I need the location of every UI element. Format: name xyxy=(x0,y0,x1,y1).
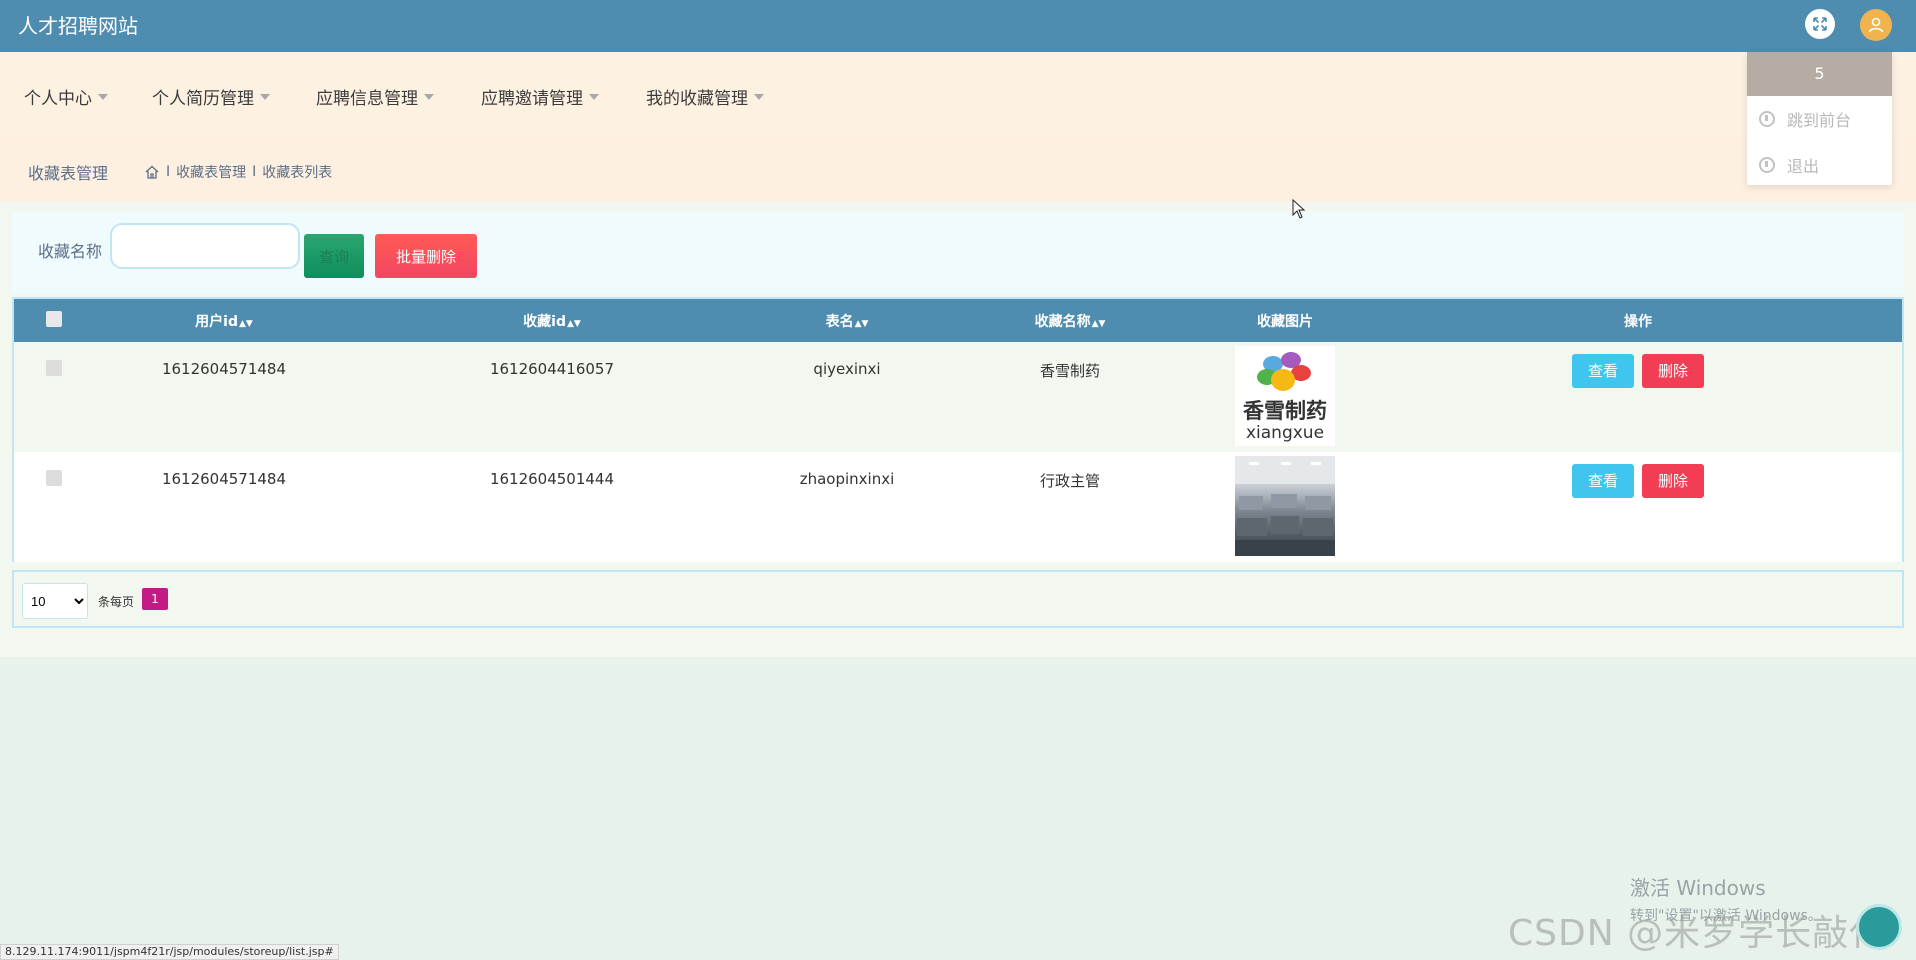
column-header[interactable]: 用户id▲▼ xyxy=(94,299,354,342)
logo-subtext: xiangxue xyxy=(1246,423,1324,443)
column-header[interactable]: 收藏名称▲▼ xyxy=(944,299,1196,342)
breadcrumb-separator: I xyxy=(166,164,171,180)
table-row: 1612604571484 1612604501444 zhaopinxinxi… xyxy=(14,452,1902,562)
view-button[interactable]: 查看 xyxy=(1572,354,1634,388)
cell-name: 香雪制药 xyxy=(1039,362,1100,380)
breadcrumb-separator: I xyxy=(252,164,257,180)
row-checkbox[interactable] xyxy=(46,360,62,376)
cell-table-name: zhaopinxinxi xyxy=(799,470,895,488)
csdn-watermark: CSDN @米罗学长敲代码 xyxy=(1508,913,1885,954)
cell-user-id: 1612604571484 xyxy=(161,470,287,488)
activation-title: 激活 Windows xyxy=(1630,876,1766,900)
user-icon xyxy=(1868,17,1884,33)
row-select-cell xyxy=(14,342,94,452)
select-all-checkbox[interactable] xyxy=(46,310,62,327)
nav-item-label: 应聘邀请管理 xyxy=(481,89,583,109)
cell-ref-id: 1612604416057 xyxy=(489,360,615,378)
search-label: 收藏名称 xyxy=(38,242,103,261)
top-bar: 人才招聘网站 xyxy=(0,0,1916,52)
view-button[interactable]: 查看 xyxy=(1572,464,1634,498)
app-title: 人才招聘网站 xyxy=(18,14,138,38)
power-icon xyxy=(1759,157,1775,173)
nav-item-label: 个人简历管理 xyxy=(152,89,254,109)
nav-item-personal-center[interactable]: 个人中心 xyxy=(24,84,108,109)
select-all-cell xyxy=(14,299,94,342)
nav-item-favorites[interactable]: 我的收藏管理 xyxy=(646,84,764,109)
table-row: 1612604571484 1612604416057 qiyexinxi 香雪… xyxy=(14,342,1902,452)
column-header: 收藏图片 xyxy=(1257,313,1313,330)
nav-item-label: 应聘信息管理 xyxy=(316,89,418,109)
page-button-current[interactable]: 1 xyxy=(142,588,168,610)
page-title: 收藏表管理 xyxy=(28,164,109,183)
home-icon[interactable] xyxy=(144,164,160,180)
expand-icon xyxy=(1813,17,1827,31)
avatar-button[interactable] xyxy=(1860,9,1892,41)
pagination: 10 条每页 1 xyxy=(12,570,1904,628)
nav-item-applications[interactable]: 应聘信息管理 xyxy=(316,84,434,109)
sort-icon: ▲▼ xyxy=(238,318,253,329)
breadcrumb: I 收藏表管理 I 收藏表列表 xyxy=(144,162,332,182)
fullscreen-button[interactable] xyxy=(1805,9,1835,39)
logo-text: 香雪制药 xyxy=(1243,399,1327,423)
xiangxue-logo: 香雪制药 xiangxue xyxy=(1243,352,1327,443)
search-panel: 收藏名称 查询 批量删除 xyxy=(12,212,1904,294)
breadcrumb-item[interactable]: 收藏表管理 xyxy=(176,162,246,182)
menu-item-frontend[interactable]: 跳到前台 xyxy=(1747,96,1892,142)
delete-button[interactable]: 删除 xyxy=(1642,464,1704,498)
caret-down-icon xyxy=(98,93,108,100)
cell-ref-id: 1612604501444 xyxy=(489,470,615,488)
office-photo xyxy=(1235,456,1335,556)
cell-image: 香雪制药 xiangxue xyxy=(1196,342,1374,452)
batch-delete-button[interactable]: 批量删除 xyxy=(375,234,477,278)
cell-user-id: 1612604571484 xyxy=(161,360,287,378)
user-dropdown-menu: 5 跳到前台 退出 xyxy=(1747,52,1892,185)
cell-table-name: qiyexinxi xyxy=(813,360,881,378)
sort-icon: ▲▼ xyxy=(566,318,581,329)
main-nav: 个人中心 个人简历管理 应聘信息管理 应聘邀请管理 我的收藏管理 xyxy=(0,52,1916,138)
table-header-row: 用户id▲▼ 收藏id▲▼ 表名▲▼ 收藏名称▲▼ 收藏图片 操作 xyxy=(14,299,1902,342)
delete-button[interactable]: 删除 xyxy=(1642,354,1704,388)
column-header[interactable]: 表名▲▼ xyxy=(750,299,944,342)
nav-item-invitations[interactable]: 应聘邀请管理 xyxy=(481,84,599,109)
breadcrumb-bar: 收藏表管理 I 收藏表管理 I 收藏表列表 xyxy=(0,138,1916,202)
caret-down-icon xyxy=(589,93,599,100)
favorites-table: 用户id▲▼ 收藏id▲▼ 表名▲▼ 收藏名称▲▼ 收藏图片 操作 161260… xyxy=(12,297,1904,562)
cell-actions: 查看 删除 xyxy=(1374,342,1902,452)
caret-down-icon xyxy=(754,93,764,100)
favorite-image: 香雪制药 xiangxue xyxy=(1235,346,1335,446)
cell-actions: 查看 删除 xyxy=(1374,452,1902,562)
column-header: 操作 xyxy=(1624,313,1652,330)
sort-icon: ▲▼ xyxy=(1091,318,1106,329)
page-size-select[interactable]: 10 xyxy=(22,583,88,619)
mouse-cursor-icon xyxy=(1292,199,1306,219)
breadcrumb-item: 收藏表列表 xyxy=(262,165,333,181)
power-icon xyxy=(1759,111,1775,127)
sort-icon: ▲▼ xyxy=(854,318,869,329)
row-select-cell xyxy=(14,452,94,562)
column-header[interactable]: 收藏id▲▼ xyxy=(354,299,750,342)
menu-item-logout[interactable]: 退出 xyxy=(1747,142,1892,188)
favorite-image xyxy=(1235,456,1335,556)
caret-down-icon xyxy=(260,93,270,100)
menu-item-label: 跳到前台 xyxy=(1787,111,1852,130)
nav-item-label: 我的收藏管理 xyxy=(646,89,748,109)
query-button[interactable]: 查询 xyxy=(304,234,364,278)
nav-item-resume[interactable]: 个人简历管理 xyxy=(152,84,270,109)
username: 5 xyxy=(1747,52,1892,96)
status-bar-url: 8.129.11.174:9011/jspm4f21r/jsp/modules/… xyxy=(0,944,339,960)
menu-item-label: 退出 xyxy=(1787,157,1820,176)
nav-item-label: 个人中心 xyxy=(24,89,92,109)
per-page-label: 条每页 xyxy=(98,595,135,609)
scroll-top-button[interactable] xyxy=(1856,904,1902,950)
cell-image xyxy=(1196,452,1374,562)
search-input[interactable] xyxy=(110,223,300,269)
caret-down-icon xyxy=(424,93,434,100)
cell-name: 行政主管 xyxy=(1039,472,1100,490)
row-checkbox[interactable] xyxy=(46,470,62,486)
